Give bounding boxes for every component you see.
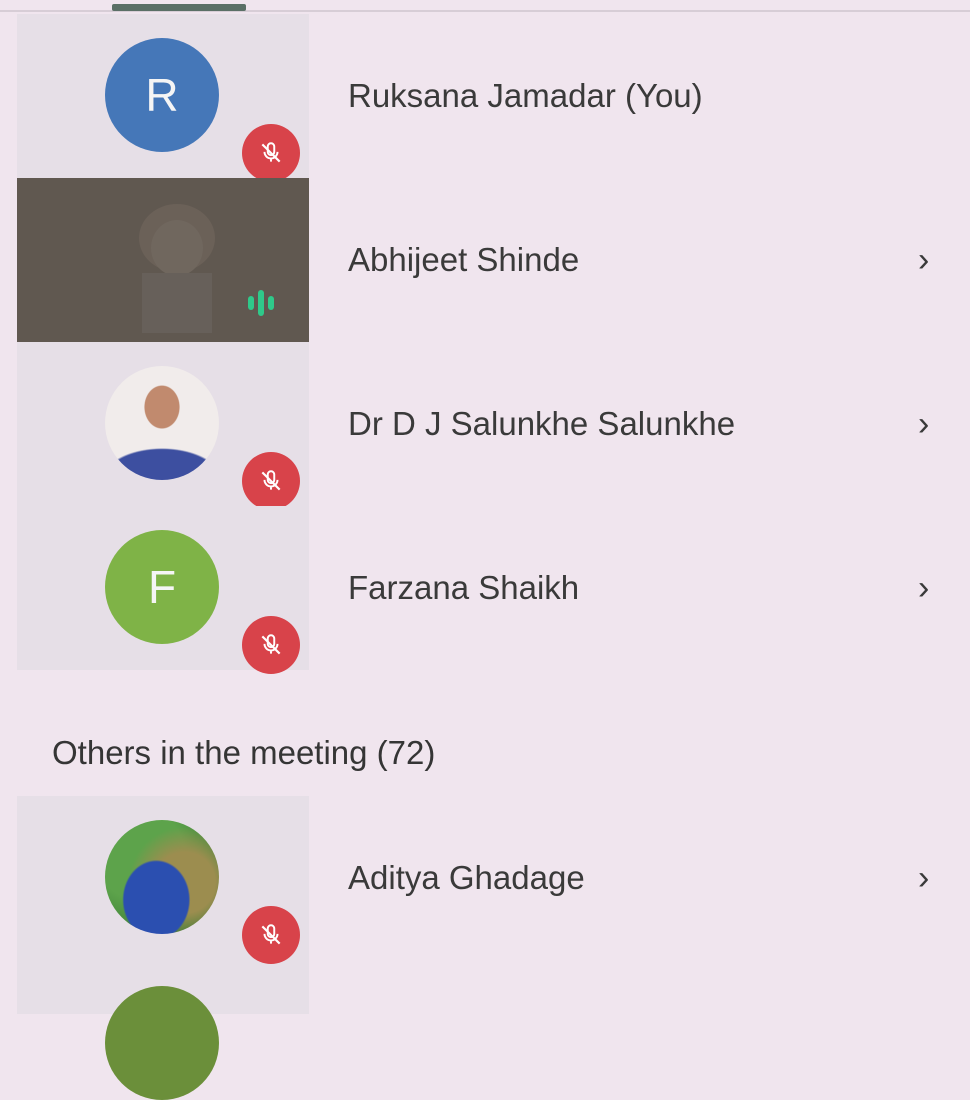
participant-name: Aditya Ghadage (348, 859, 585, 896)
participant-row-farzana[interactable]: F Farzana Shaikh › (0, 506, 970, 674)
chevron-right-icon[interactable]: › (918, 342, 929, 506)
chevron-right-icon[interactable]: › (918, 506, 929, 670)
avatar-photo (105, 366, 219, 480)
participant-row-abhijeet[interactable]: Abhijeet Shinde › (0, 178, 970, 342)
participant-name: Abhijeet Shinde (348, 241, 580, 278)
participant-video-tile (17, 178, 309, 342)
avatar-initial: R (145, 69, 179, 121)
mic-off-icon (242, 124, 300, 182)
participant-name: Ruksana Jamadar (You) (348, 77, 703, 114)
video-thumbnail (139, 204, 215, 333)
active-tab-indicator (112, 4, 246, 11)
avatar: F (105, 530, 219, 644)
participant-name: Dr D J Salunkhe Salunkhe (348, 405, 736, 442)
speaking-indicator-icon (248, 290, 274, 316)
mic-off-icon (242, 906, 300, 964)
avatar: R (105, 38, 219, 152)
chevron-right-icon[interactable]: › (918, 796, 929, 960)
avatar-partial (105, 986, 219, 1100)
participant-row-salunkhe[interactable]: Dr D J Salunkhe Salunkhe › (0, 342, 970, 510)
mic-off-icon (242, 616, 300, 674)
participant-row-aditya[interactable]: Aditya Ghadage › (0, 796, 970, 1100)
participant-row-ruksana[interactable]: R Ruksana Jamadar (You) (0, 14, 970, 182)
avatar-photo (105, 820, 219, 934)
mic-off-icon (242, 452, 300, 510)
chevron-right-icon[interactable]: › (918, 178, 929, 342)
avatar-initial: F (147, 561, 177, 613)
others-section-header: Others in the meeting (72) (52, 734, 436, 771)
participant-name: Farzana Shaikh (348, 569, 580, 606)
